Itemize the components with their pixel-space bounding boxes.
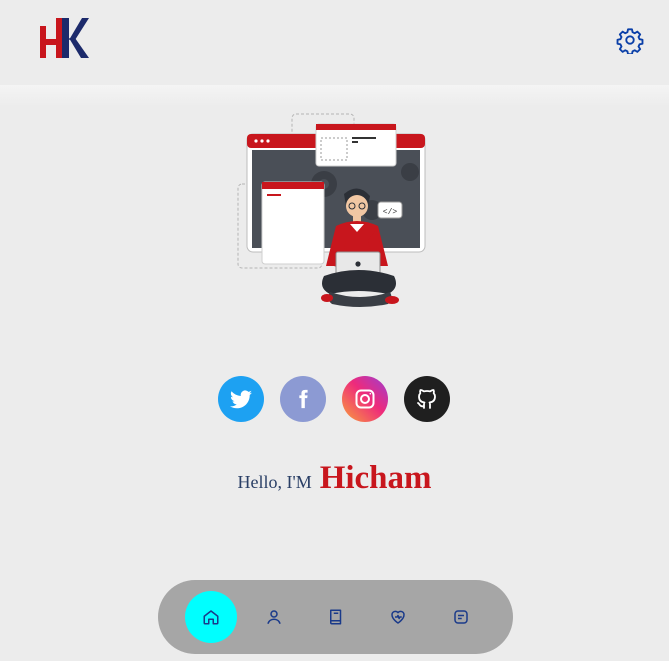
- twitter-icon[interactable]: [218, 376, 264, 422]
- nav-about[interactable]: [248, 591, 300, 643]
- nav-portfolio[interactable]: [310, 591, 362, 643]
- nav-services[interactable]: [372, 591, 424, 643]
- message-icon: [454, 610, 468, 624]
- header: [0, 0, 669, 85]
- greeting-hello: Hello, I'M: [237, 472, 312, 492]
- gear-icon[interactable]: [616, 26, 644, 56]
- developer-laptop-illustration: </>: [232, 110, 432, 315]
- book-icon: [330, 609, 342, 625]
- instagram-icon[interactable]: [342, 376, 388, 422]
- greeting-name: Hicham: [319, 460, 432, 496]
- user-icon: [267, 610, 281, 624]
- svg-text:</>: </>: [383, 208, 398, 217]
- github-icon[interactable]: [404, 376, 450, 422]
- hk-logo[interactable]: [38, 16, 90, 60]
- home-icon: [203, 610, 219, 625]
- header-shadow: [0, 85, 669, 107]
- nav-home[interactable]: [185, 591, 237, 643]
- heart-icon: [391, 610, 405, 624]
- greeting: Hello, I'M Hicham: [0, 460, 669, 497]
- social-links: [218, 376, 450, 422]
- bottom-nav: [158, 580, 513, 654]
- nav-contact[interactable]: [435, 591, 487, 643]
- facebook-icon[interactable]: [280, 376, 326, 422]
